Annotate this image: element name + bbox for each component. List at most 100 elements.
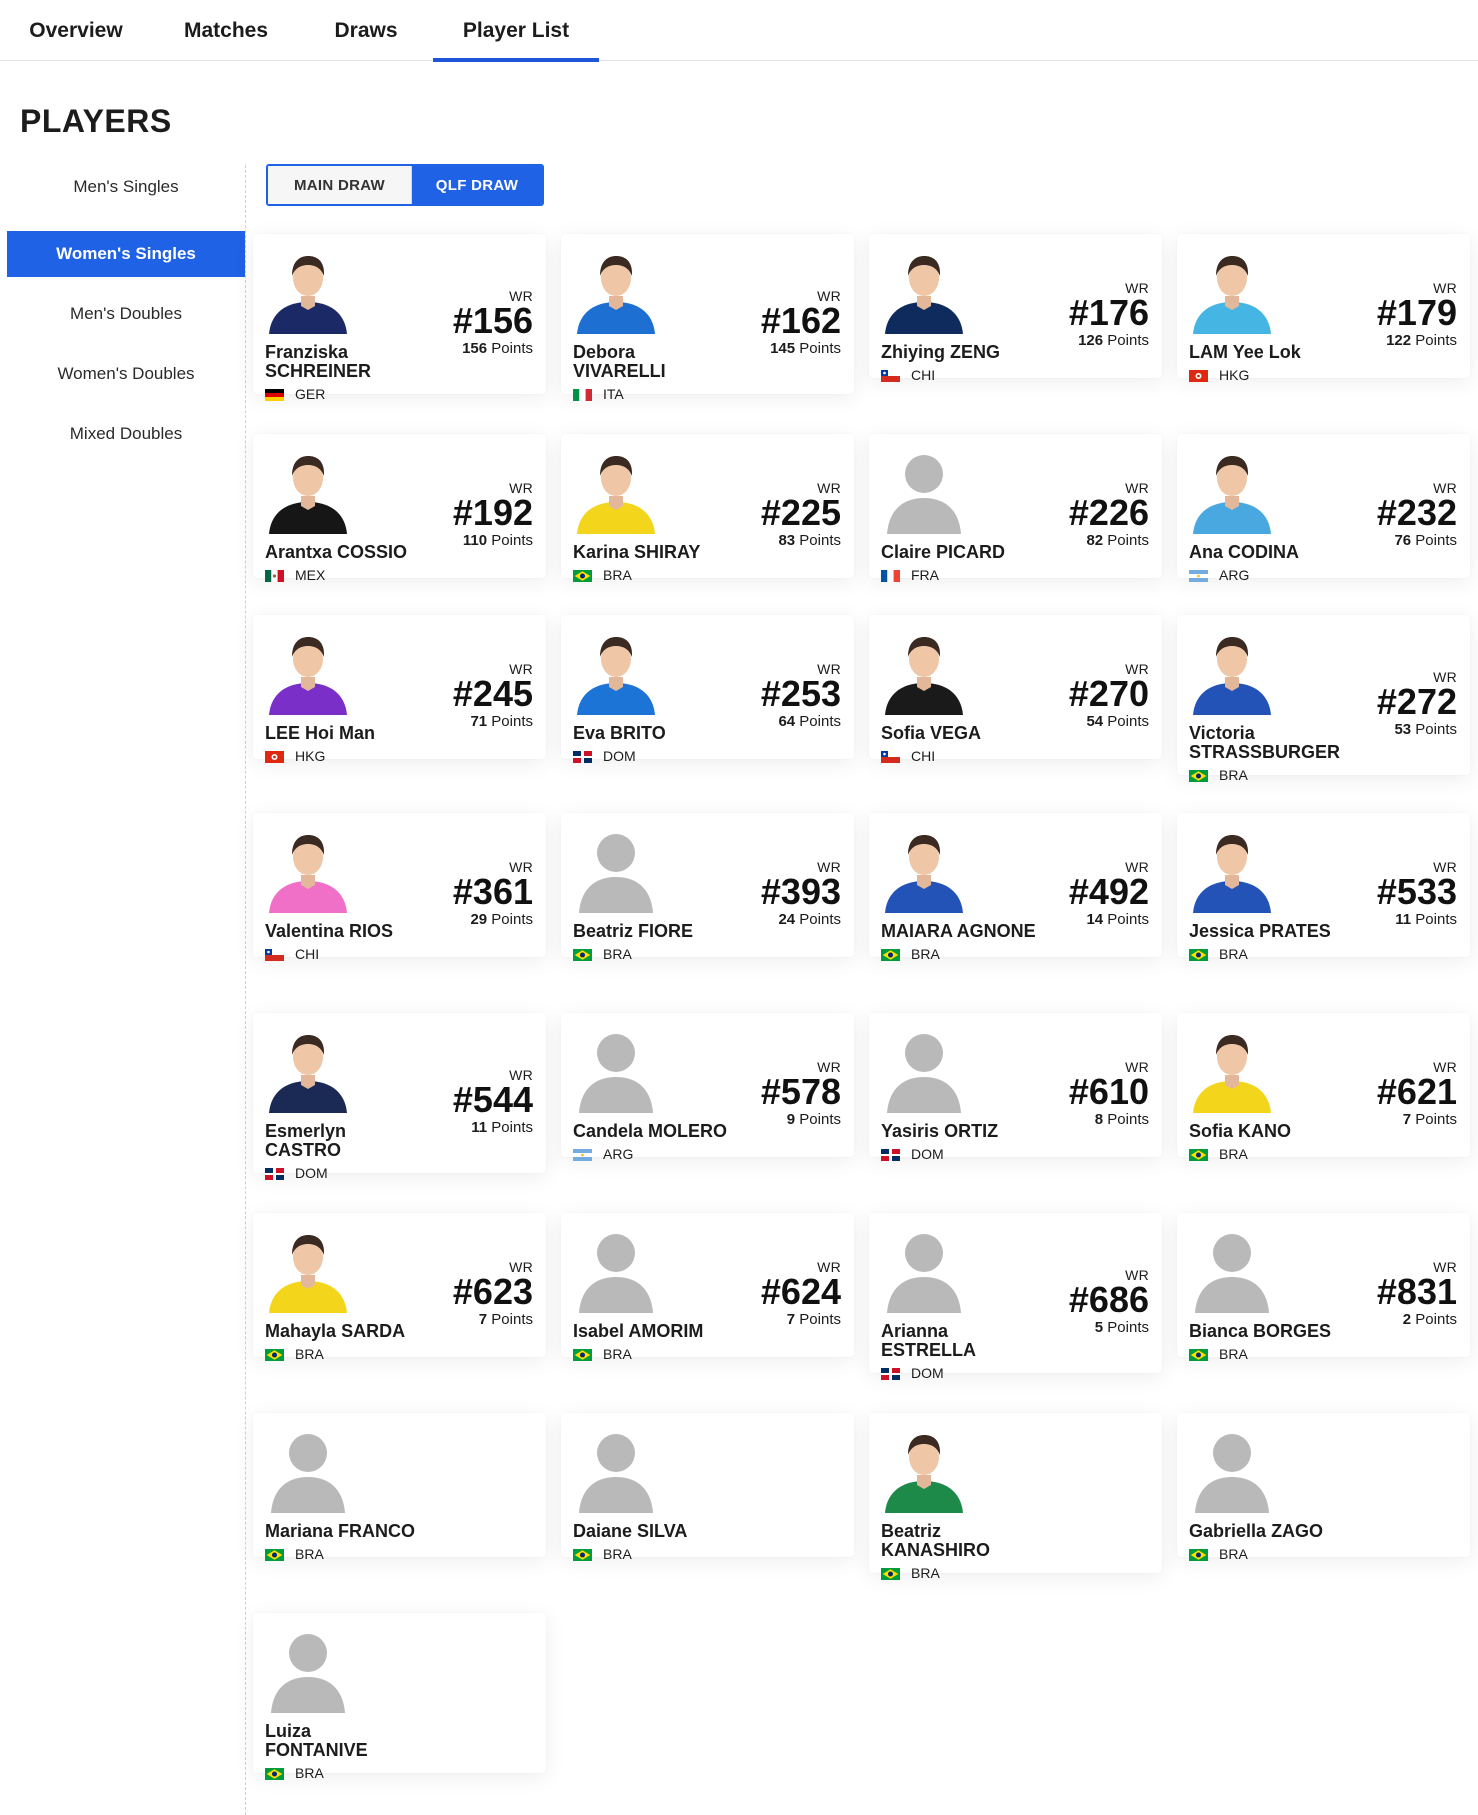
tab-player-list[interactable]: Player List xyxy=(433,0,599,62)
world-ranking: WR #578 9 Points xyxy=(761,1059,841,1128)
flag-chi-icon xyxy=(881,750,900,763)
player-country: MEX xyxy=(265,567,325,583)
player-card[interactable]: Eva BRITO DOM WR #253 64 Points xyxy=(561,615,854,764)
player-country: BRA xyxy=(1189,1146,1248,1162)
player-card[interactable]: LAM Yee Lok HKG WR #179 122 Points xyxy=(1177,234,1470,383)
player-card[interactable]: MAIARA AGNONE BRA WR #492 14 Points xyxy=(869,813,1162,962)
player-card[interactable]: Valentina RIOS CHI WR #361 29 Points xyxy=(253,813,546,962)
ranking-points: 9 Points xyxy=(761,1111,841,1128)
flag-dom-icon xyxy=(881,1367,900,1380)
rank-number: #162 xyxy=(760,300,841,341)
ranking-points: 83 Points xyxy=(761,532,841,549)
points-label: Points xyxy=(1107,911,1149,928)
world-ranking: WR #686 5 Points xyxy=(1069,1267,1149,1336)
tab-matches[interactable]: Matches xyxy=(170,0,282,61)
ranking-points: 7 Points xyxy=(761,1311,841,1328)
sidebar-item-womens-singles[interactable]: Women's Singles xyxy=(7,231,245,277)
player-name: Victoria STRASSBURGER xyxy=(1189,724,1389,762)
player-card[interactable]: Karina SHIRAY BRA WR #225 83 Points xyxy=(561,434,854,583)
rank-number: #621 xyxy=(1376,1071,1457,1112)
sidebar-item-mixed-doubles[interactable]: Mixed Doubles xyxy=(7,411,245,457)
player-photo xyxy=(1185,1025,1279,1113)
flag-bra-icon xyxy=(265,1348,284,1361)
player-photo xyxy=(1185,627,1279,715)
world-ranking: WR #270 54 Points xyxy=(1069,661,1149,730)
rank-number: #578 xyxy=(760,1071,841,1112)
player-card[interactable]: Debora VIVARELLI ITA WR #162 145 Points xyxy=(561,234,854,402)
points-label: Points xyxy=(491,532,533,549)
player-card[interactable]: Victoria STRASSBURGER BRA WR #272 53 Points xyxy=(1177,615,1470,783)
tab-draws[interactable]: Draws xyxy=(318,0,414,61)
player-country: BRA xyxy=(881,1565,940,1581)
player-card[interactable]: Daiane SILVA BRA xyxy=(561,1413,854,1562)
player-card[interactable]: Luiza FONTANIVE BRA xyxy=(253,1613,546,1781)
player-country: DOM xyxy=(881,1365,944,1381)
player-card[interactable]: Beatriz KANASHIRO BRA xyxy=(869,1413,1162,1581)
points-label: Points xyxy=(799,340,841,357)
player-first-name: Isabel xyxy=(573,1321,625,1341)
player-photo xyxy=(261,1225,355,1313)
player-card[interactable]: Isabel AMORIM BRA WR #624 7 Points xyxy=(561,1213,854,1362)
flag-bra-icon xyxy=(1189,769,1208,782)
main-draw-button[interactable]: MAIN DRAW xyxy=(268,166,412,204)
rank-number: #492 xyxy=(1068,871,1149,912)
player-card[interactable]: Arianna ESTRELLA DOM WR #686 5 Points xyxy=(869,1213,1162,1381)
flag-bra-icon xyxy=(573,1348,592,1361)
country-code: BRA xyxy=(295,1546,324,1562)
sidebar-item-womens-doubles[interactable]: Women's Doubles xyxy=(7,351,245,397)
player-placeholder-icon xyxy=(261,1425,355,1513)
world-ranking: WR #831 2 Points xyxy=(1377,1259,1457,1328)
player-card[interactable]: Mahayla SARDA BRA WR #623 7 Points xyxy=(253,1213,546,1362)
player-first-name: Sofia xyxy=(881,723,926,743)
player-card[interactable]: Yasiris ORTIZ DOM WR #610 8 Points xyxy=(869,1013,1162,1162)
player-card[interactable]: Gabriella ZAGO BRA xyxy=(1177,1413,1470,1562)
points-value: 11 xyxy=(1395,911,1412,928)
points-value: 29 xyxy=(470,911,488,928)
flag-fra-icon xyxy=(881,569,900,582)
player-first-name: MAIARA xyxy=(881,921,953,941)
world-ranking: WR #232 76 Points xyxy=(1377,480,1457,549)
page-title: PLAYERS xyxy=(20,103,172,139)
rank-number: #272 xyxy=(1376,681,1457,722)
player-name: Eva BRITO xyxy=(573,724,773,743)
player-card[interactable]: Candela MOLERO ARG WR #578 9 Points xyxy=(561,1013,854,1162)
player-card[interactable]: Zhiying ZENG CHI WR #176 126 Points xyxy=(869,234,1162,383)
player-placeholder-icon xyxy=(877,1225,971,1313)
sidebar-item-mens-singles[interactable]: Men's Singles xyxy=(7,164,245,210)
qlf-draw-button[interactable]: QLF DRAW xyxy=(412,166,542,204)
player-photo xyxy=(261,825,355,913)
player-placeholder-icon xyxy=(569,1425,663,1513)
player-card[interactable]: Beatriz FIORE BRA WR #393 24 Points xyxy=(561,813,854,962)
sidebar-item-mens-doubles[interactable]: Men's Doubles xyxy=(7,291,245,337)
rank-number: #533 xyxy=(1376,871,1457,912)
player-card[interactable]: Bianca BORGES BRA WR #831 2 Points xyxy=(1177,1213,1470,1362)
player-name: Esmerlyn CASTRO xyxy=(265,1122,465,1160)
player-card[interactable]: Mariana FRANCO BRA xyxy=(253,1413,546,1562)
player-card[interactable]: Arantxa COSSIO MEX WR #192 110 Points xyxy=(253,434,546,583)
country-code: BRA xyxy=(911,1565,940,1581)
player-country: GER xyxy=(265,386,325,402)
points-label: Points xyxy=(1415,532,1457,549)
world-ranking: WR #393 24 Points xyxy=(761,859,841,928)
player-country: FRA xyxy=(881,567,939,583)
tab-overview[interactable]: Overview xyxy=(14,0,138,61)
player-card[interactable]: Sofia KANO BRA WR #621 7 Points xyxy=(1177,1013,1470,1162)
world-ranking: WR #610 8 Points xyxy=(1069,1059,1149,1128)
ranking-points: 5 Points xyxy=(1069,1319,1149,1336)
country-code: DOM xyxy=(911,1365,944,1381)
player-name: Claire PICARD xyxy=(881,543,1081,562)
points-value: 9 xyxy=(786,1111,796,1128)
player-card[interactable]: Ana CODINA ARG WR #232 76 Points xyxy=(1177,434,1470,583)
player-card[interactable]: Claire PICARD FRA WR #226 82 Points xyxy=(869,434,1162,583)
player-placeholder-icon xyxy=(569,825,663,913)
player-placeholder-icon xyxy=(569,1225,663,1313)
player-card[interactable]: Sofia VEGA CHI WR #270 54 Points xyxy=(869,615,1162,764)
country-code: BRA xyxy=(1219,946,1248,962)
player-card[interactable]: Esmerlyn CASTRO DOM WR #544 11 Points xyxy=(253,1013,546,1181)
player-card[interactable]: Franziska SCHREINER GER WR #156 156 Points xyxy=(253,234,546,402)
player-card[interactable]: Jessica PRATES BRA WR #533 11 Points xyxy=(1177,813,1470,962)
player-name: Mariana FRANCO xyxy=(265,1522,465,1541)
player-card[interactable]: LEE Hoi Man HKG WR #245 71 Points xyxy=(253,615,546,764)
country-code: DOM xyxy=(911,1146,944,1162)
flag-hkg-icon xyxy=(265,750,284,763)
